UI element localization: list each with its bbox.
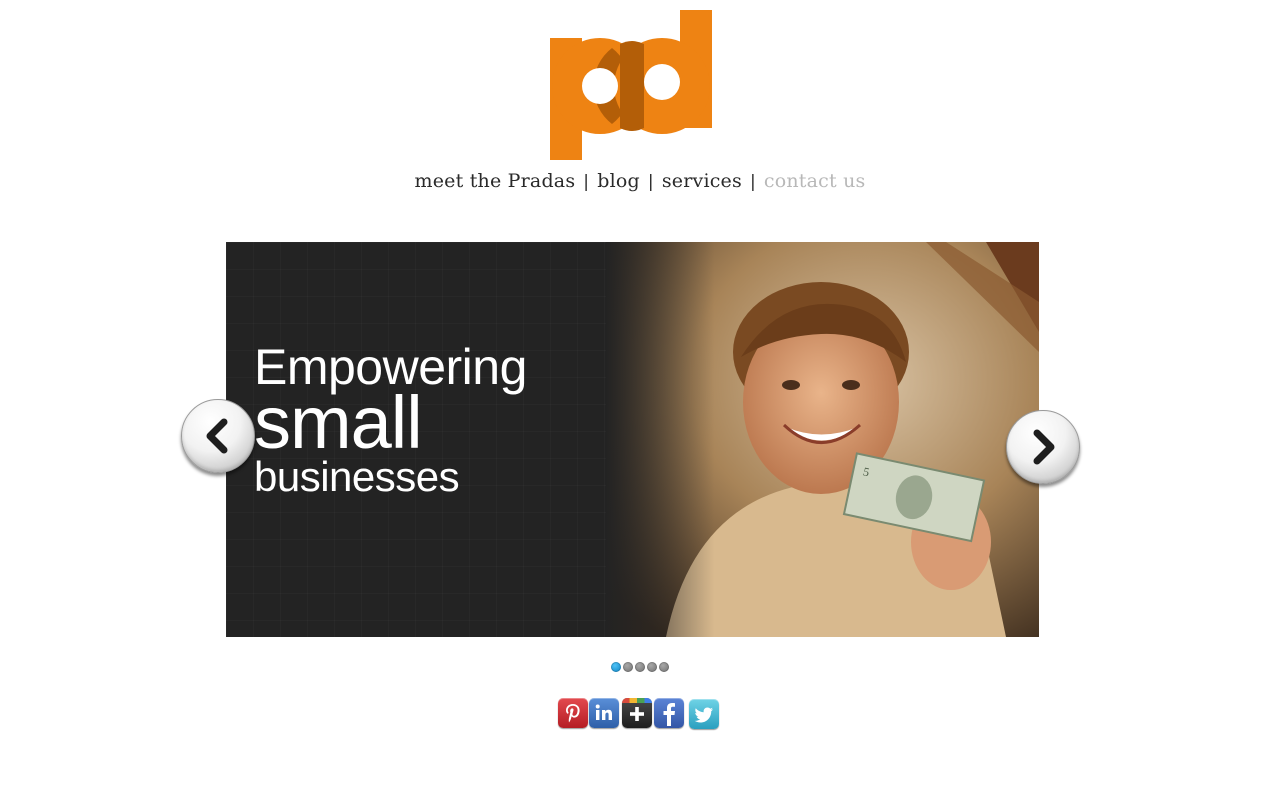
slider-dot-3[interactable]: [635, 662, 645, 672]
slider-next-button[interactable]: [1006, 410, 1080, 484]
pinterest-icon[interactable]: [558, 698, 588, 728]
nav-contact-us[interactable]: contact us: [764, 170, 866, 192]
headline-line-3: businesses: [254, 453, 460, 500]
facebook-icon[interactable]: [654, 698, 684, 728]
boy-holding-dollar-photo: 5: [606, 242, 1039, 637]
nav-separator: |: [647, 172, 654, 192]
headline-line-2: small: [254, 381, 423, 464]
linkedin-icon[interactable]: [589, 698, 619, 728]
hero-slider[interactable]: 5 Empowering small businesses: [226, 242, 1039, 637]
slider-dot-2[interactable]: [623, 662, 633, 672]
slider-dot-5[interactable]: [659, 662, 669, 672]
pd-logo[interactable]: [548, 8, 714, 162]
nav-separator: |: [583, 172, 590, 192]
nav-meet-the-pradas[interactable]: meet the Pradas: [415, 170, 576, 192]
chevron-right-icon: [1033, 429, 1055, 465]
main-nav: meet the Pradas | blog | services | contact us: [0, 170, 1280, 192]
google-plus-icon[interactable]: [622, 698, 652, 728]
nav-services[interactable]: services: [662, 170, 742, 192]
slide-headline: Empowering small businesses: [254, 342, 527, 498]
slider-dot-4[interactable]: [647, 662, 657, 672]
slider-prev-button[interactable]: [181, 399, 255, 473]
twitter-icon[interactable]: [689, 699, 719, 729]
nav-separator: |: [749, 172, 756, 192]
page: meet the Pradas | blog | services | contact us: [0, 0, 1280, 800]
nav-blog[interactable]: blog: [597, 170, 640, 192]
slider-dot-1[interactable]: [611, 662, 621, 672]
chevron-left-icon: [206, 418, 228, 454]
slider-pagination: [0, 662, 1280, 672]
